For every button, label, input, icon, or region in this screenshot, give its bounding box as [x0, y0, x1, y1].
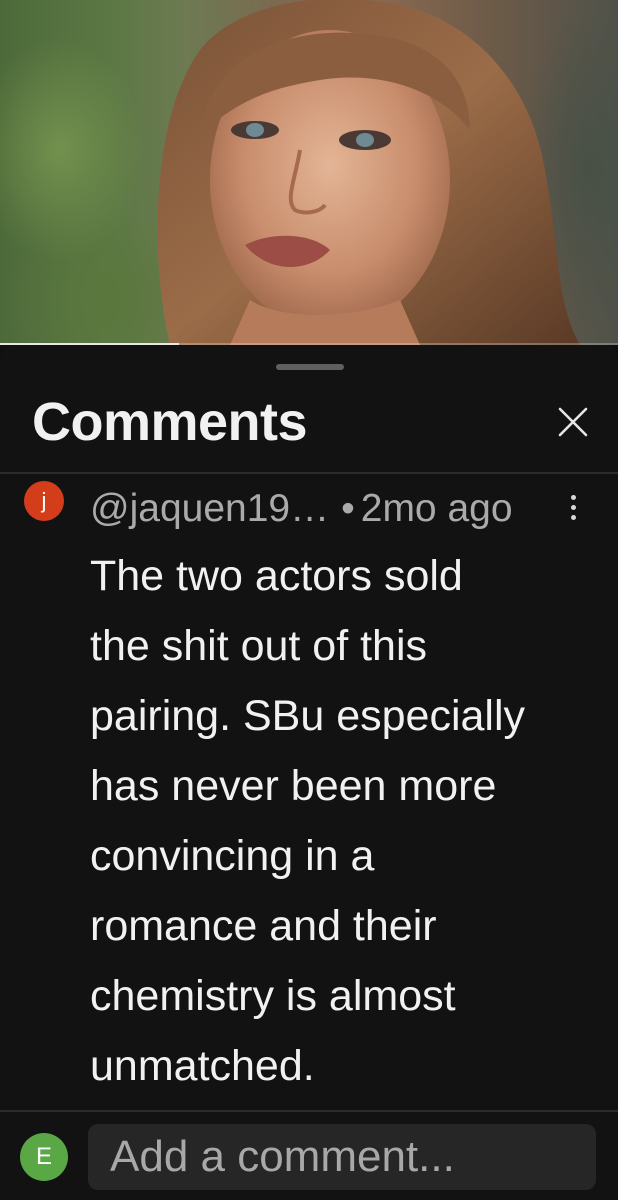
comments-sheet: Comments j @jaquen19… • 2mo ago The two ac…	[0, 345, 618, 1200]
comment-meta: @jaquen19… • 2mo ago	[90, 487, 513, 531]
user-avatar[interactable]: E	[20, 1133, 68, 1181]
close-icon	[558, 407, 588, 437]
composer-divider	[0, 1110, 618, 1112]
video-player[interactable]	[0, 0, 618, 345]
comment-author[interactable]: @jaquen19…	[90, 487, 329, 530]
comments-title: Comments	[32, 392, 308, 452]
header-divider	[0, 472, 618, 474]
close-button[interactable]	[548, 397, 598, 447]
comment-text-line: has never been more	[90, 762, 497, 810]
comment-text-line: pairing. SBu especially	[90, 692, 526, 740]
comment-more-options-button[interactable]	[560, 487, 586, 527]
meta-separator: •	[341, 487, 355, 530]
commenter-avatar[interactable]: j	[24, 481, 64, 521]
comment-text-line: the shit out of this	[90, 622, 428, 670]
comment-text-line: convincing in a	[90, 832, 375, 880]
comment-text-line: unmatched.	[90, 1042, 315, 1090]
more-vert-icon-dot	[570, 504, 576, 510]
comment-text: The two actors sold the shit out of this…	[90, 541, 590, 1101]
more-vert-icon-dot	[570, 494, 576, 500]
avatar-letter: j	[41, 488, 47, 513]
more-vert-icon-dot	[570, 514, 576, 520]
avatar-letter: E	[35, 1143, 52, 1170]
video-frame-figure	[157, 0, 580, 345]
comment-text-line: romance and their	[90, 902, 437, 950]
comment-timestamp: 2mo ago	[360, 487, 513, 530]
sheet-drag-handle[interactable]	[276, 364, 344, 370]
comment-text-line: The two actors sold	[90, 552, 463, 600]
comment-text-line: chemistry is almost	[90, 972, 456, 1020]
add-comment-input[interactable]	[88, 1124, 596, 1190]
app-screen: Comments j @jaquen19… • 2mo ago The two ac…	[0, 0, 618, 1200]
